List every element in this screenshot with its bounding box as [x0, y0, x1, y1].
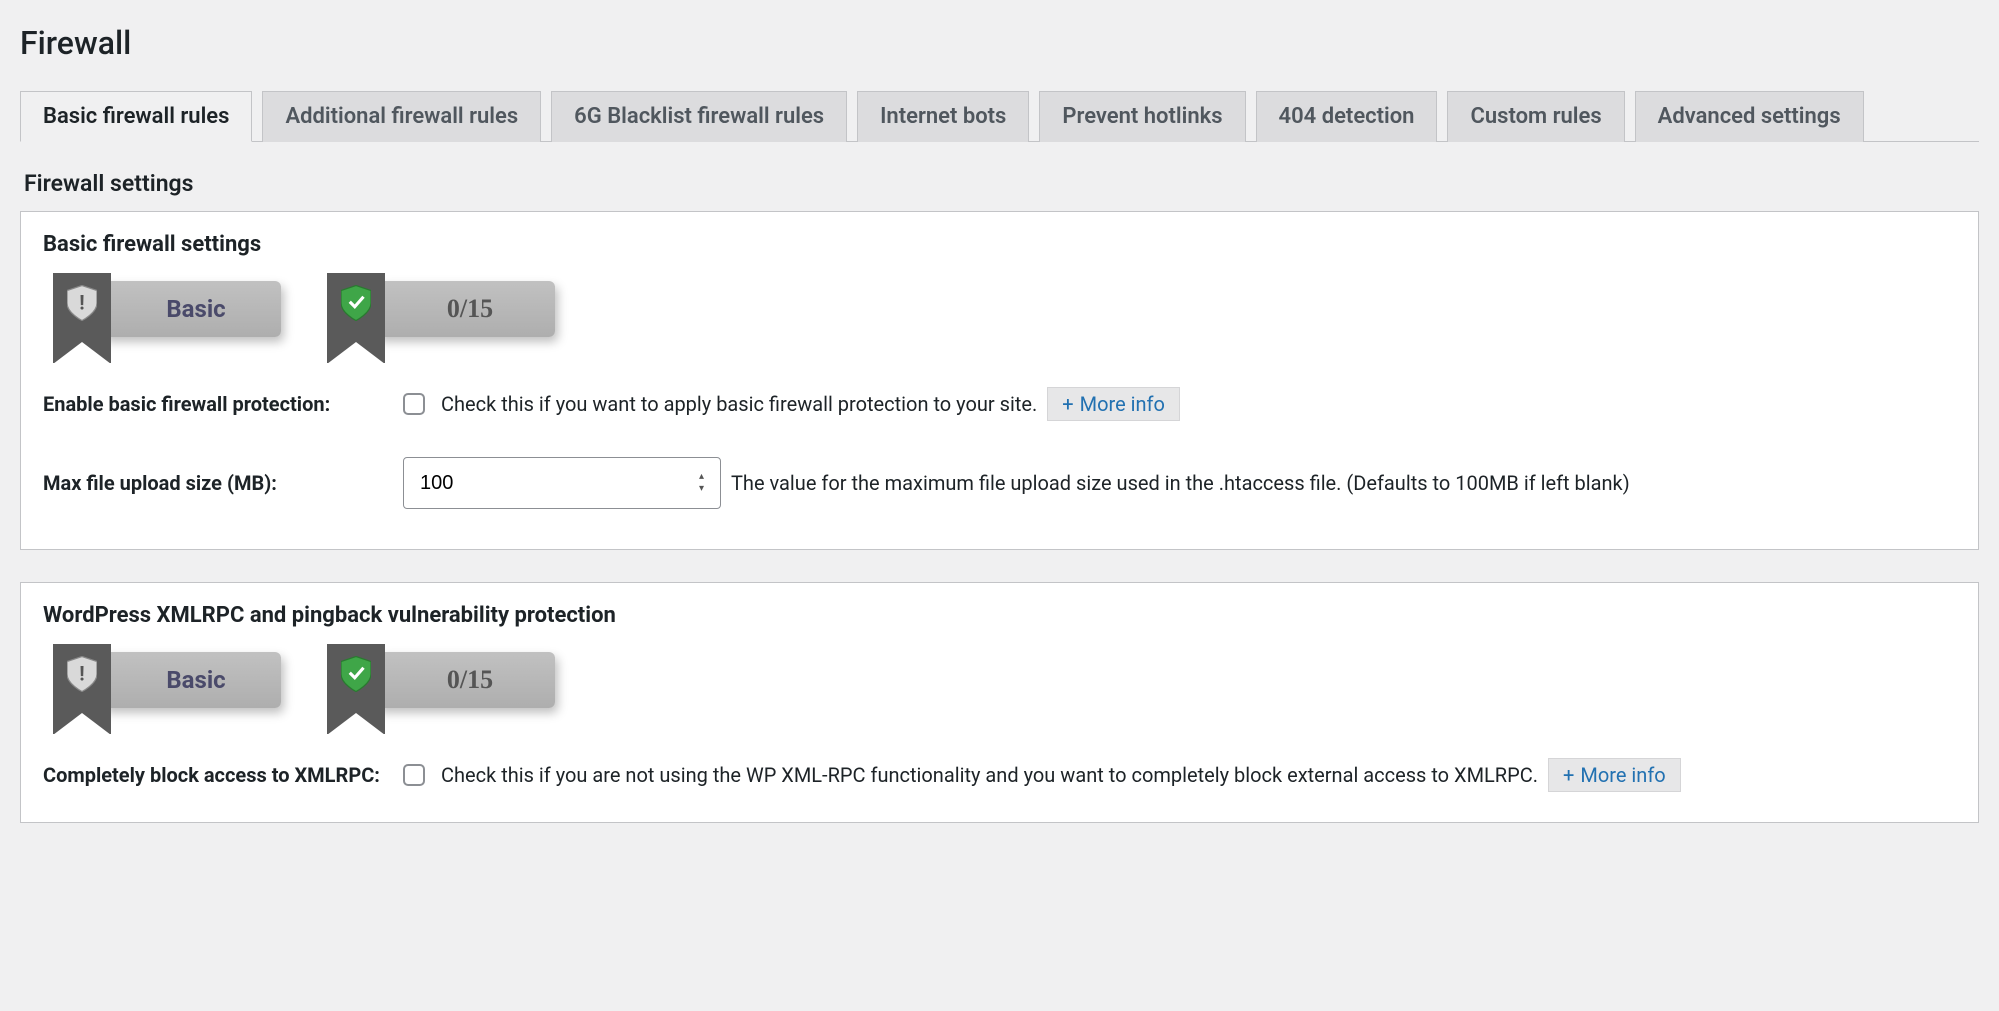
- stepper-down[interactable]: ▾: [699, 484, 713, 494]
- tab-internet-bots[interactable]: Internet bots: [857, 91, 1029, 142]
- svg-text:!: !: [79, 661, 84, 685]
- max-upload-label: Max file upload size (MB):: [43, 470, 403, 497]
- tab-advanced-settings[interactable]: Advanced settings: [1635, 91, 1864, 142]
- block-xmlrpc-more-info[interactable]: + More info: [1548, 758, 1681, 792]
- enable-basic-more-info[interactable]: + More info: [1047, 387, 1180, 421]
- block-xmlrpc-label: Completely block access to XMLRPC:: [43, 762, 403, 789]
- badge-score-2: 0/15: [317, 652, 555, 708]
- row-block-xmlrpc: Completely block access to XMLRPC: Check…: [43, 758, 1956, 792]
- more-info-label: More info: [1080, 392, 1165, 416]
- tab-404-detection[interactable]: 404 detection: [1256, 91, 1438, 142]
- badge-level: ! Basic: [43, 281, 281, 337]
- tab-prevent-hotlinks[interactable]: Prevent hotlinks: [1039, 91, 1245, 142]
- max-upload-input[interactable]: [403, 457, 721, 509]
- shield-exclaim-icon: !: [67, 656, 97, 692]
- badge-level-2: ! Basic: [43, 652, 281, 708]
- page-title: Firewall: [20, 24, 1979, 62]
- badge-score-pill-2: 0/15: [375, 652, 555, 708]
- plus-icon: +: [1563, 763, 1574, 787]
- enable-basic-label: Enable basic firewall protection:: [43, 391, 403, 418]
- tab-additional-firewall-rules[interactable]: Additional firewall rules: [262, 91, 541, 142]
- enable-basic-checkbox[interactable]: [403, 393, 425, 415]
- svg-text:!: !: [79, 290, 84, 314]
- ribbon-level: !: [53, 273, 111, 363]
- block-xmlrpc-checkbox[interactable]: [403, 764, 425, 786]
- shield-check-icon: [341, 656, 371, 692]
- badge-level-pill-2: Basic: [101, 652, 281, 708]
- stepper-icon: ▴ ▾: [699, 472, 713, 494]
- badge-level-pill: Basic: [101, 281, 281, 337]
- tab-custom-rules[interactable]: Custom rules: [1447, 91, 1624, 142]
- panel1-title: Basic firewall settings: [43, 232, 1956, 257]
- badge-score: 0/15: [317, 281, 555, 337]
- tab-basic-firewall-rules[interactable]: Basic firewall rules: [20, 91, 252, 142]
- row-max-upload: Max file upload size (MB): ▴ ▾ The value…: [43, 457, 1956, 509]
- max-upload-desc: The value for the maximum file upload si…: [731, 471, 1630, 495]
- panel-basic-firewall: Basic firewall settings ! Basic 0/15 Ena…: [20, 211, 1979, 550]
- stepper-up[interactable]: ▴: [699, 472, 713, 482]
- enable-basic-desc: Check this if you want to apply basic fi…: [441, 392, 1037, 416]
- row-enable-basic-firewall: Enable basic firewall protection: Check …: [43, 387, 1956, 421]
- tab-6g-blacklist[interactable]: 6G Blacklist firewall rules: [551, 91, 847, 142]
- ribbon-score: [327, 273, 385, 363]
- badges-row-2: ! Basic 0/15: [43, 652, 1956, 708]
- tab-bar: Basic firewall rules Additional firewall…: [20, 90, 1979, 142]
- badges-row: ! Basic 0/15: [43, 281, 1956, 337]
- shield-check-icon: [341, 285, 371, 321]
- plus-icon: +: [1062, 392, 1073, 416]
- shield-exclaim-icon: !: [67, 285, 97, 321]
- badge-score-pill: 0/15: [375, 281, 555, 337]
- ribbon-score-2: [327, 644, 385, 734]
- panel-xmlrpc: WordPress XMLRPC and pingback vulnerabil…: [20, 582, 1979, 823]
- ribbon-level-2: !: [53, 644, 111, 734]
- block-xmlrpc-desc: Check this if you are not using the WP X…: [441, 763, 1538, 787]
- section-heading: Firewall settings: [24, 170, 1979, 197]
- more-info-label-2: More info: [1580, 763, 1665, 787]
- panel2-title: WordPress XMLRPC and pingback vulnerabil…: [43, 603, 1956, 628]
